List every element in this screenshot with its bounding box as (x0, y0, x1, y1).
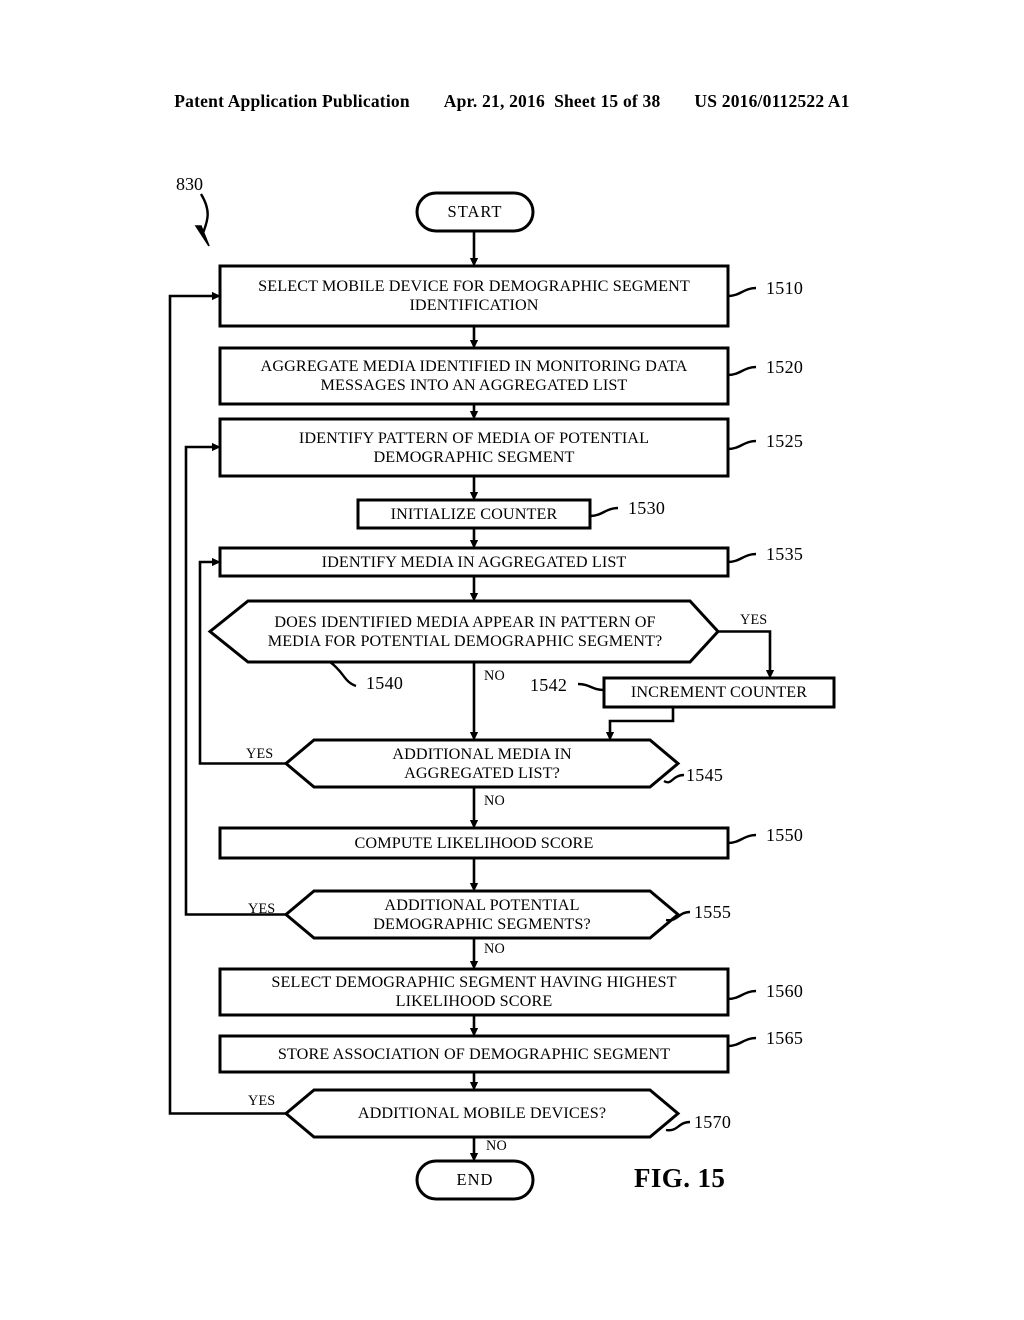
ref-1510: 1510 (766, 278, 804, 298)
leader-1570 (665, 1120, 691, 1132)
patent-figure-page: Patent Application Publication Apr. 21, … (0, 0, 1024, 1320)
leader-1520 (727, 365, 757, 377)
node-1570-label: ADDITIONAL MOBILE DEVICES? (357, 1104, 607, 1123)
ref-1545: 1545 (686, 765, 724, 785)
ref-1565: 1565 (766, 1028, 804, 1048)
node-1545-label: ADDITIONAL MEDIA IN AGGREGATED LIST? (392, 744, 572, 782)
node-1542-label: INCREMENT COUNTER (630, 683, 808, 702)
branch-1555-yes: YES (248, 901, 276, 917)
leader-1565 (727, 1036, 757, 1048)
ref-1542: 1542 (530, 675, 568, 695)
branch-1570-yes: YES (248, 1093, 276, 1109)
node-1555-label: ADDITIONAL POTENTIAL DEMOGRAPHIC SEGMENT… (373, 895, 591, 933)
branch-1555-no: NO (484, 941, 505, 957)
node-1525-label: IDENTIFY PATTERN OF MEDIA OF POTENTIAL D… (298, 428, 650, 466)
leader-1542 (577, 682, 605, 692)
node-1530-label: INITIALIZE COUNTER (390, 504, 558, 523)
leader-1560 (727, 989, 757, 1001)
ref-1540: 1540 (366, 673, 404, 693)
node-1520-label: AGGREGATE MEDIA IDENTIFIED IN MONITORING… (260, 357, 688, 394)
flow-ref-830: 830 (176, 174, 203, 194)
branch-1540-yes: YES (740, 612, 768, 628)
branch-1545-no: NO (484, 793, 505, 809)
branch-1545-yes: YES (246, 746, 274, 762)
ref-1555: 1555 (694, 902, 732, 922)
leader-1535 (727, 552, 757, 564)
end-terminal-label: END (456, 1170, 494, 1189)
node-1535-label: IDENTIFY MEDIA IN AGGREGATED LIST (321, 552, 627, 571)
branch-1570-no: NO (486, 1138, 507, 1154)
leader-1550 (727, 833, 757, 845)
ref-1570: 1570 (694, 1112, 732, 1132)
node-1565-label: STORE ASSOCIATION OF DEMOGRAPHIC SEGMENT (277, 1044, 671, 1063)
leader-1510 (727, 286, 757, 298)
node-1510-label: SELECT MOBILE DEVICE FOR DEMOGRAPHIC SEG… (258, 277, 690, 314)
leader-1545 (663, 773, 685, 784)
leader-1525 (727, 439, 757, 451)
node-1550-label: COMPUTE LIKELIHOOD SCORE (354, 833, 594, 852)
conn-1542-1545 (605, 707, 675, 741)
node-1560-label: SELECT DEMOGRAPHIC SEGMENT HAVING HIGHES… (271, 973, 677, 1010)
leader-1540 (329, 661, 357, 688)
ref-1530: 1530 (628, 498, 666, 518)
ref-830-arrowhead (194, 225, 210, 247)
ref-1525: 1525 (766, 431, 804, 451)
ref-1535: 1535 (766, 544, 804, 564)
ref-1550: 1550 (766, 825, 804, 845)
start-terminal-label: START (447, 202, 503, 221)
leader-1530 (589, 506, 619, 518)
node-1540-label: DOES IDENTIFIED MEDIA APPEAR IN PATTERN … (267, 613, 663, 650)
ref-1560: 1560 (766, 981, 804, 1001)
conn-1540-yes-1542 (718, 630, 775, 679)
figure-label: FIG. 15 (634, 1163, 726, 1193)
branch-1540-no: NO (484, 668, 505, 684)
ref-1520: 1520 (766, 357, 804, 377)
